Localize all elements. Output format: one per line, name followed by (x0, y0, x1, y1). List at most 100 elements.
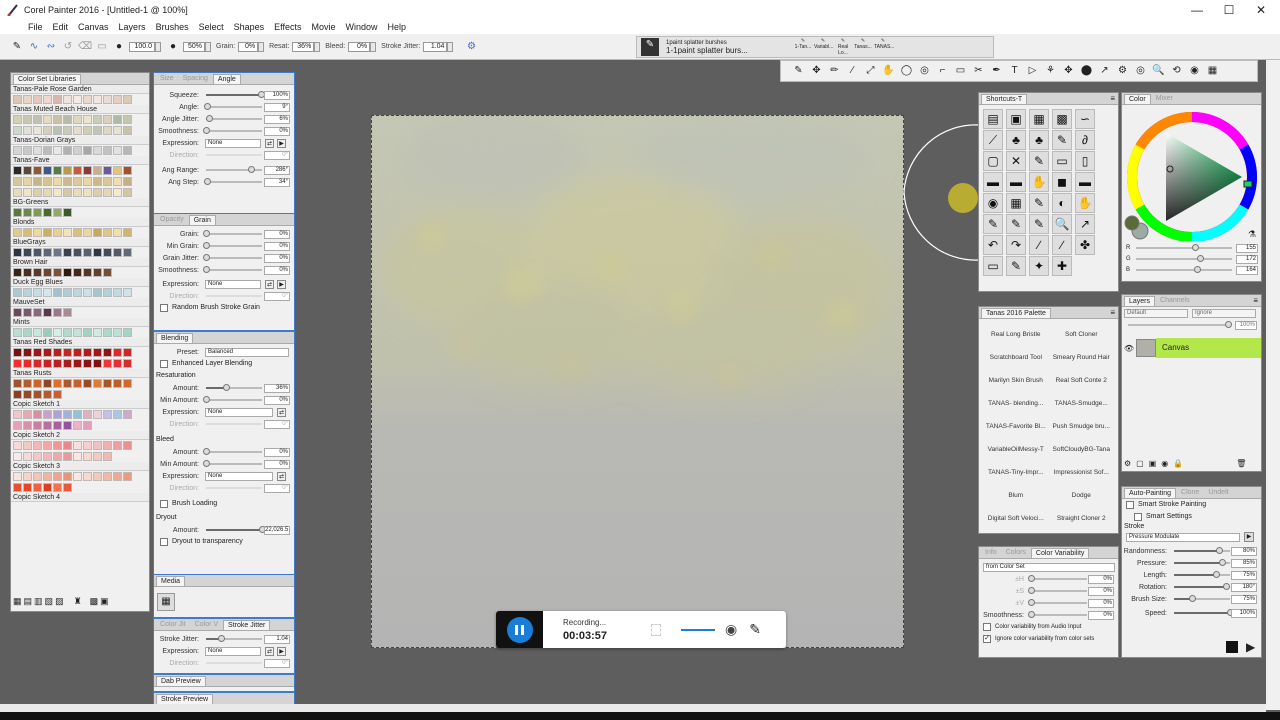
color-swatch[interactable] (93, 166, 102, 175)
color-swatch[interactable] (93, 410, 102, 419)
color-swatch[interactable] (13, 348, 22, 357)
layer-group-icon[interactable]: ◉ (1161, 459, 1168, 468)
color-swatch[interactable] (63, 483, 72, 492)
color-swatch[interactable] (103, 115, 112, 124)
shortcut-button-10-icon[interactable]: ▢ (983, 151, 1003, 171)
palette-brush-item[interactable]: Scratchboard Tool (983, 348, 1049, 368)
palette-brush-item[interactable]: Soft Cloner (1049, 325, 1115, 345)
pause-recording-button[interactable] (506, 616, 533, 643)
color-swatch[interactable] (33, 483, 42, 492)
color-swatch[interactable] (103, 188, 112, 197)
auto-paint-param-slider[interactable] (1215, 547, 1223, 554)
color-set-title[interactable]: Copic Sketch 1 (11, 400, 149, 409)
document-canvas[interactable] (371, 115, 904, 648)
tab-color-variability-panel[interactable]: Color Variability (1030, 547, 1090, 558)
brush-variant-name[interactable]: 1-1paint splatter burs... (666, 47, 784, 55)
color-swatch[interactable] (23, 126, 32, 135)
toolbox-tool-22-icon[interactable]: ◉ (1187, 64, 1202, 78)
cv-smoothness-slider[interactable] (1028, 611, 1035, 618)
grain-param-slider[interactable] (203, 254, 210, 261)
color-swatch[interactable] (33, 348, 42, 357)
color-swatch[interactable] (23, 115, 32, 124)
menu-effects[interactable]: Effects (274, 22, 301, 32)
color-swatch[interactable] (73, 452, 82, 461)
color-swatch[interactable] (13, 472, 22, 481)
color-set-title[interactable]: Tanas-Pale Rose Garden (11, 85, 149, 94)
color-swatch[interactable] (43, 390, 52, 399)
color-swatch[interactable] (23, 452, 32, 461)
toolbox-tool-20-icon[interactable]: 🔍 (1151, 64, 1166, 78)
toolbox-tool-12-icon[interactable]: T (1007, 64, 1022, 78)
resat-amount-slider[interactable] (223, 384, 231, 391)
color-swatch[interactable] (123, 348, 132, 357)
toolbox-tool-10-icon[interactable]: ✂ (971, 64, 986, 78)
color-swatch[interactable] (13, 379, 22, 388)
color-swatch[interactable] (23, 228, 32, 237)
palette-brush-item[interactable]: Digital Soft Veloci... (983, 509, 1049, 529)
menu-edit[interactable]: Edit (53, 22, 69, 32)
angle-param-slider[interactable] (204, 103, 212, 110)
color-swatch[interactable] (73, 126, 82, 135)
color-swatch[interactable] (53, 410, 62, 419)
grain-expression-play-icon[interactable]: ▶ (277, 279, 286, 289)
resat-expression-dropdown[interactable]: None (205, 407, 273, 417)
toolbox-tool-17-icon[interactable]: ↗ (1097, 64, 1112, 78)
shortcuts-menu-icon[interactable]: ≡ (1110, 94, 1115, 103)
recent-brush-3[interactable]: ✎ Real Lo... (834, 38, 852, 56)
color-swatch[interactable] (83, 452, 92, 461)
stop-auto-painting-button[interactable] (1226, 641, 1238, 653)
color-swatch[interactable] (113, 177, 122, 186)
palette-brush-item[interactable]: TANAS-Favorite Bl... (983, 417, 1049, 437)
tab-shortcuts[interactable]: Shortcuts-T (981, 93, 1028, 104)
palette-brush-item[interactable]: SoftCloudyBG-Tana (1049, 440, 1115, 460)
color-swatch[interactable] (103, 452, 112, 461)
color-swatch[interactable] (33, 379, 42, 388)
palette-brush-item[interactable]: TANAS-Tiny-Impr... (983, 463, 1049, 483)
jitter-direction-value[interactable]: 0° (264, 658, 290, 668)
color-swatch[interactable] (83, 228, 92, 237)
grain-param-slider[interactable] (203, 266, 210, 273)
camera-toggle-icon[interactable]: ◉ (725, 621, 737, 638)
menu-layers[interactable]: Layers (119, 22, 146, 32)
color-swatch[interactable] (43, 421, 52, 430)
color-swatch[interactable] (123, 166, 132, 175)
shortcut-button-0-icon[interactable]: ▤ (983, 109, 1003, 129)
color-set-title[interactable]: Brown Hair (11, 258, 149, 267)
color-swatch[interactable] (13, 228, 22, 237)
tab-color-jitter[interactable]: Color Jit (156, 620, 190, 630)
color-swatch[interactable] (93, 95, 102, 104)
angle-step-value[interactable]: 34° (264, 177, 290, 187)
color-swatch[interactable] (73, 328, 82, 337)
color-swatch[interactable] (73, 441, 82, 450)
cv-param-value[interactable]: 0% (1088, 574, 1114, 584)
shortcut-button-31-icon[interactable]: ↷ (1006, 235, 1026, 255)
color-swatch[interactable] (13, 166, 22, 175)
color-swatch[interactable] (23, 166, 32, 175)
palette-brush-item[interactable]: TANAS- blending... (983, 394, 1049, 414)
color-swatch[interactable] (113, 288, 122, 297)
color-swatch[interactable] (113, 328, 122, 337)
tab-dab-preview[interactable]: Dab Preview (156, 675, 206, 686)
color-swatch[interactable] (33, 441, 42, 450)
cv-param-value[interactable]: 0% (1088, 598, 1114, 608)
color-swatch[interactable] (83, 472, 92, 481)
speed-value[interactable]: 100% (1231, 608, 1257, 618)
shortcut-button-38-icon[interactable]: ✚ (1052, 256, 1072, 276)
grain-param-value[interactable]: 0% (264, 241, 290, 251)
color-swatch[interactable] (43, 188, 52, 197)
bleed-spinner[interactable] (370, 41, 377, 52)
dryout-transparency-checkbox[interactable] (160, 538, 168, 546)
color-swatch[interactable] (63, 308, 72, 317)
webcam-icon[interactable] (651, 623, 661, 636)
auto-paint-param-value[interactable]: 75% (1231, 594, 1257, 604)
color-swatch[interactable] (33, 177, 42, 186)
color-swatch[interactable] (33, 248, 42, 257)
color-swatch[interactable] (123, 146, 132, 155)
shortcut-button-33-icon[interactable]: ∕ (1052, 235, 1072, 255)
color-swatch[interactable] (93, 126, 102, 135)
rgb-g-slider[interactable] (1197, 255, 1205, 262)
color-swatch[interactable] (73, 421, 82, 430)
tab-channels[interactable]: Channels (1156, 296, 1194, 306)
color-swatch[interactable] (23, 379, 32, 388)
color-swatch[interactable] (53, 248, 62, 257)
